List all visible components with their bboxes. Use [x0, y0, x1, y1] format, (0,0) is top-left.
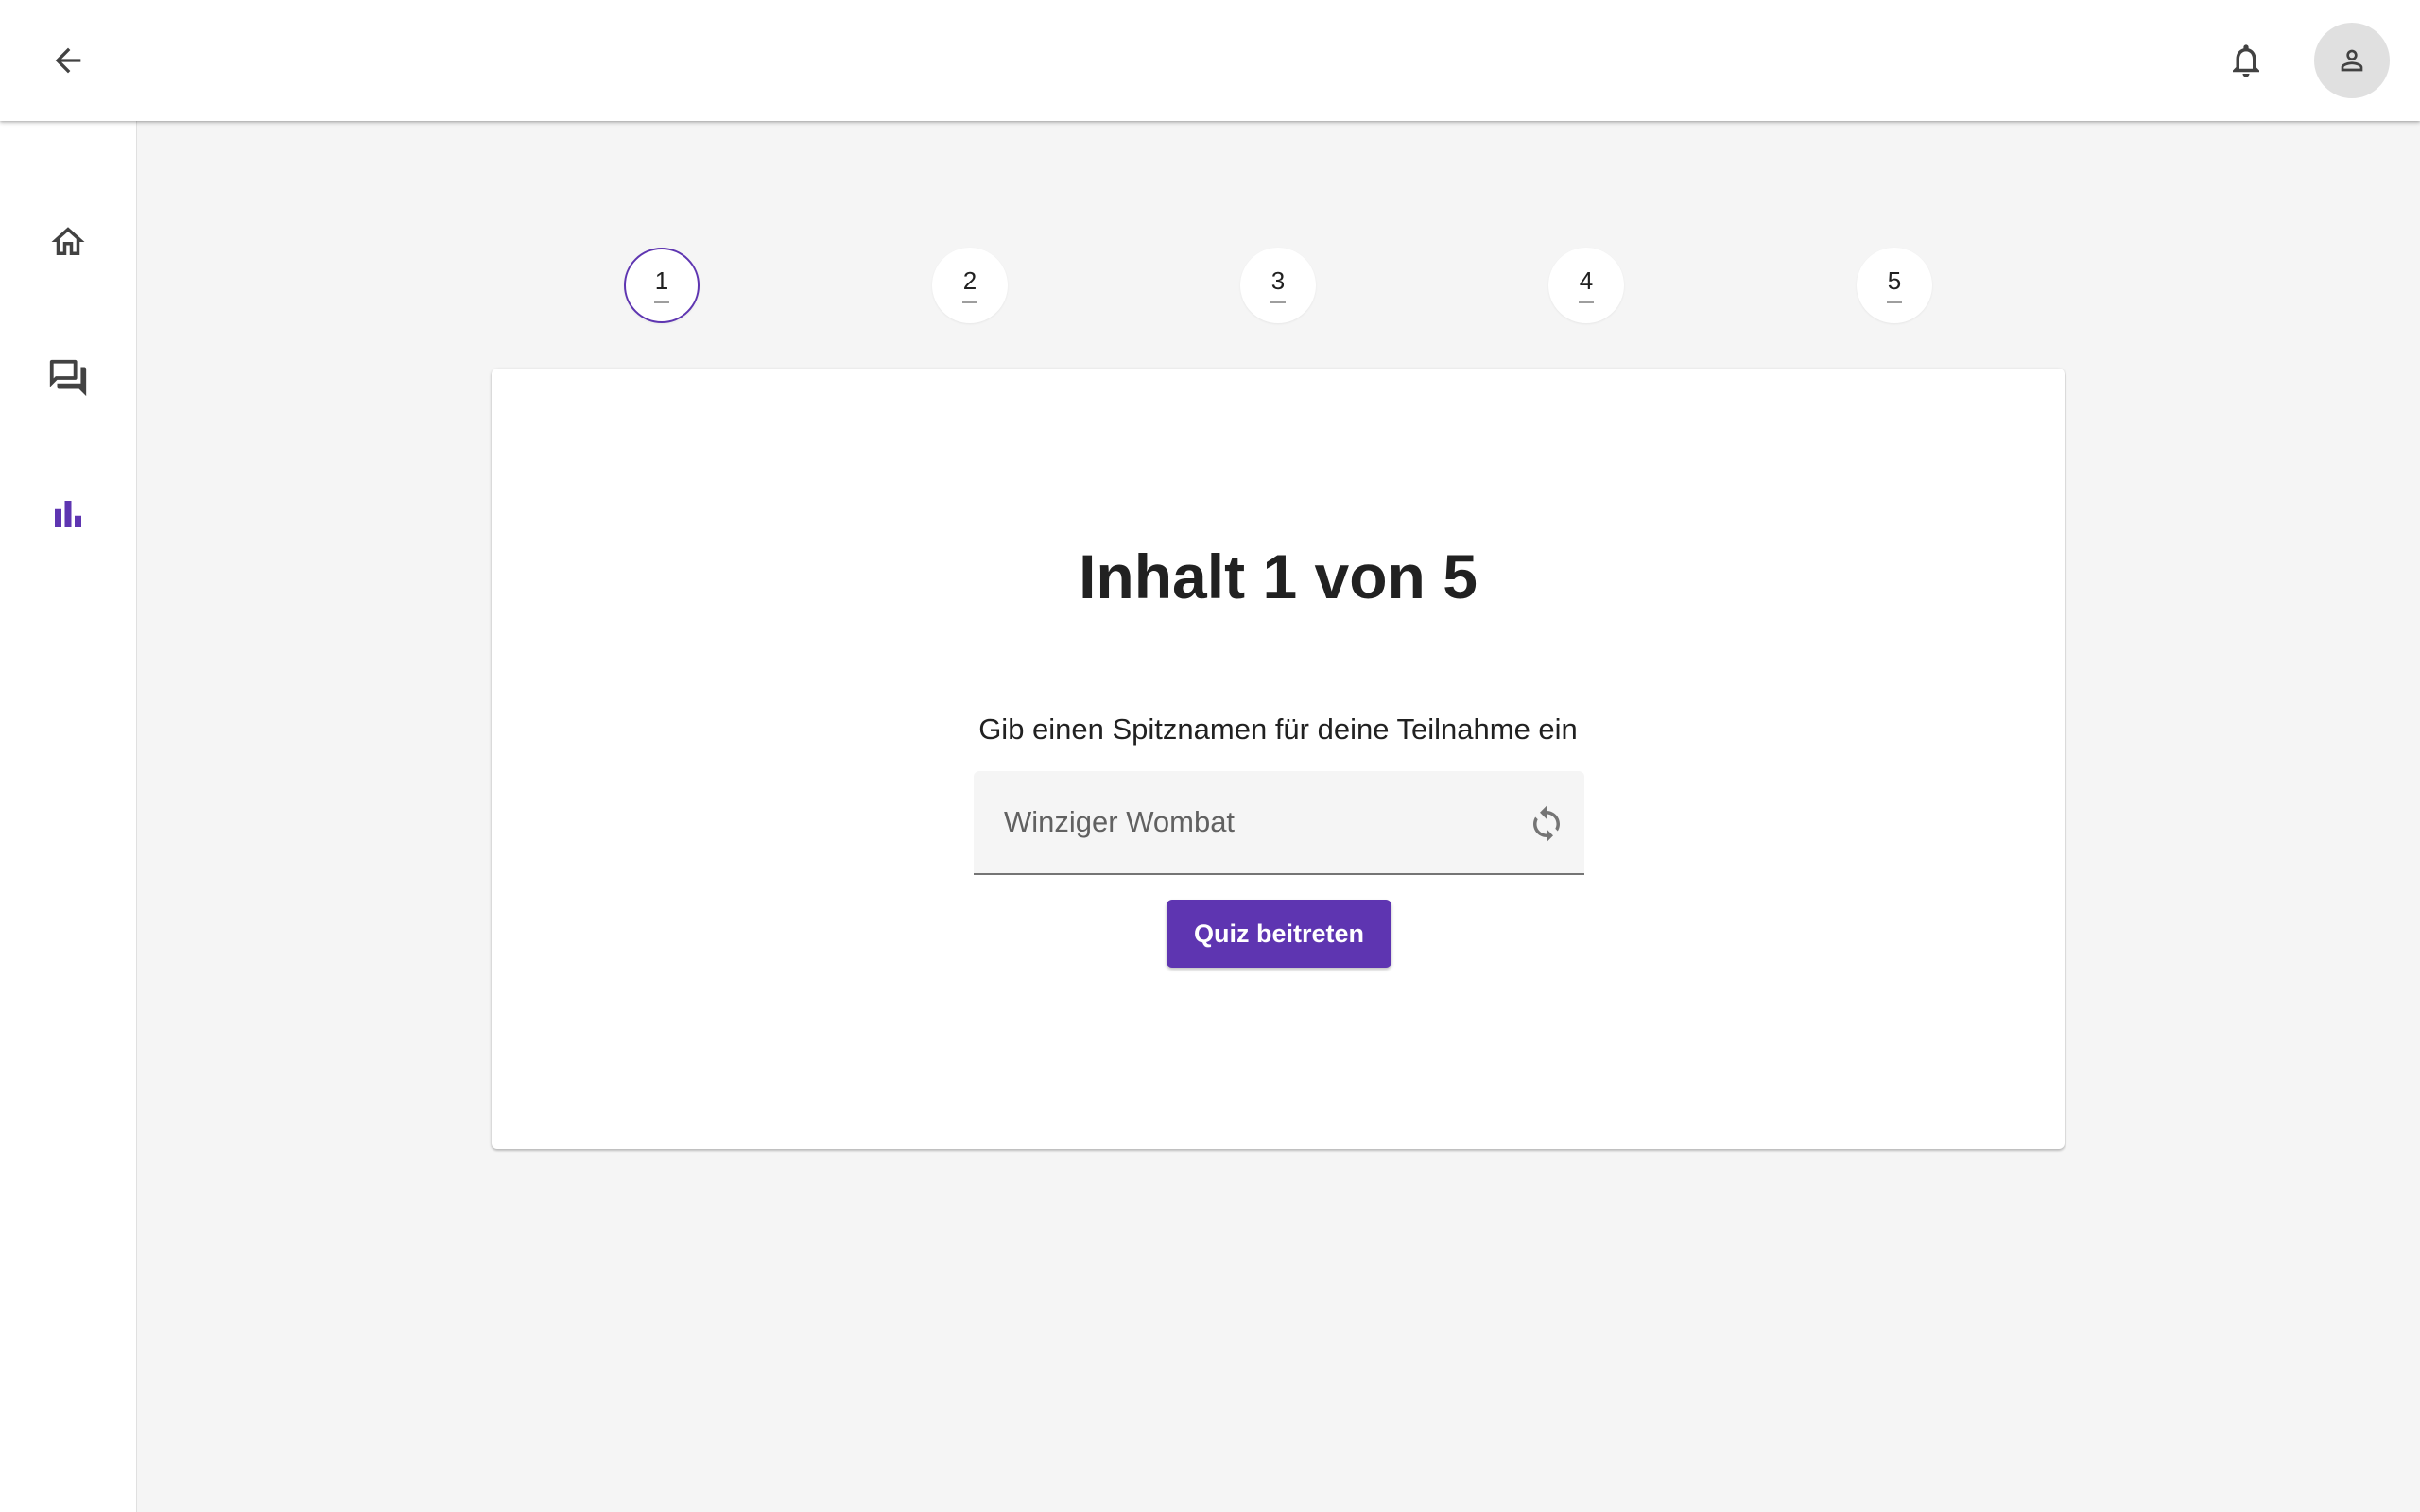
title-prefix: Inhalt — [1079, 541, 1246, 611]
top-app-bar — [0, 0, 2420, 121]
arrow-back-icon — [55, 47, 81, 74]
home-icon — [51, 227, 85, 255]
nav-item-forum[interactable] — [30, 340, 106, 416]
nav-item-home[interactable] — [30, 204, 106, 280]
refresh-icon — [1533, 805, 1560, 843]
step-3[interactable]: 3 — [1240, 248, 1316, 323]
page-title: Inhalt 1 von 5 — [492, 539, 2065, 614]
side-navigation — [0, 121, 137, 1512]
total-content-number: 5 — [1443, 541, 1478, 611]
nickname-field — [974, 771, 1584, 875]
step-1[interactable]: 1 — [624, 248, 700, 323]
step-number: 1 — [654, 266, 669, 295]
notifications-button[interactable] — [2208, 23, 2284, 98]
account-button[interactable] — [2314, 23, 2390, 98]
step-number: 2 — [962, 266, 977, 295]
current-content-number: 1 — [1262, 541, 1298, 611]
step-indicator — [1579, 301, 1594, 303]
join-quiz-button[interactable]: Quiz beitreten — [1167, 900, 1392, 968]
step-4[interactable]: 4 — [1548, 248, 1624, 323]
step-indicator — [1270, 301, 1286, 303]
bell-icon — [2233, 44, 2259, 77]
person-icon — [2341, 49, 2363, 72]
step-number: 4 — [1579, 266, 1594, 295]
title-mid: von — [1314, 541, 1426, 611]
step-5[interactable]: 5 — [1857, 248, 1932, 323]
step-2[interactable]: 2 — [932, 248, 1008, 323]
nickname-input[interactable] — [1004, 799, 1495, 845]
step-indicator — [962, 301, 977, 303]
nickname-prompt: Gib einen Spitznamen für deine Teilnahme… — [978, 713, 1578, 746]
step-number: 5 — [1887, 266, 1902, 295]
refresh-nickname-button[interactable] — [1522, 799, 1571, 849]
forum-icon — [49, 359, 87, 397]
step-indicator — [654, 301, 669, 303]
step-number: 3 — [1270, 266, 1286, 295]
step-indicator — [1887, 301, 1902, 303]
bar-chart-icon — [55, 501, 81, 527]
nav-item-statistics[interactable] — [30, 476, 106, 552]
back-button[interactable] — [30, 23, 106, 98]
join-quiz-card: Inhalt 1 von 5 Gib einen Spitznamen für … — [492, 369, 2065, 1149]
